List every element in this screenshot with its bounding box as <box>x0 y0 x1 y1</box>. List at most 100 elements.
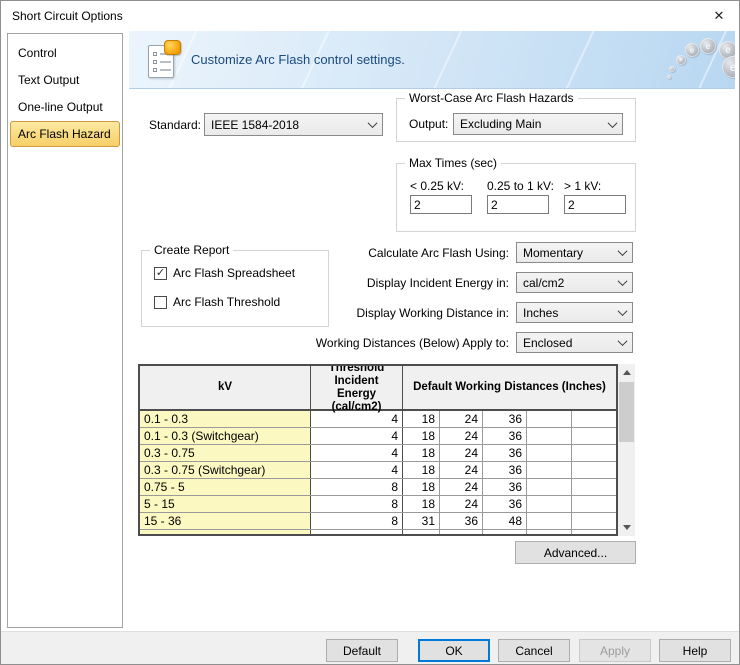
cell-distance-4[interactable] <box>572 462 616 478</box>
cell-distance-0[interactable]: 18 <box>403 411 440 427</box>
cell-threshold[interactable]: 4 <box>311 411 403 427</box>
sidebar-item-one-line-output[interactable]: One-line Output <box>10 94 120 120</box>
cell-kv[interactable] <box>140 530 311 536</box>
cancel-button[interactable]: Cancel <box>498 639 570 662</box>
title-bar: Short Circuit Options ✕ <box>1 1 739 31</box>
table-row <box>140 530 616 536</box>
chevron-down-icon <box>618 336 628 346</box>
max-time-input-1[interactable] <box>487 195 549 214</box>
standard-label: Standard: <box>129 118 201 132</box>
cell-kv[interactable]: 0.75 - 5 <box>140 479 311 495</box>
max-time-input-2[interactable] <box>564 195 626 214</box>
cell-distance-4[interactable] <box>572 479 616 495</box>
cell-kv[interactable]: 0.3 - 0.75 (Switchgear) <box>140 462 311 478</box>
table-scrollbar[interactable] <box>618 364 635 536</box>
cell-distance-1[interactable]: 24 <box>440 445 483 461</box>
cell-distance-2[interactable]: 36 <box>483 445 527 461</box>
cell-threshold[interactable]: 4 <box>311 462 403 478</box>
cell-distance-1[interactable]: 24 <box>440 411 483 427</box>
cell-distance-0[interactable] <box>403 530 440 536</box>
cell-distance-0[interactable]: 18 <box>403 496 440 512</box>
cell-distance-3[interactable] <box>527 445 572 461</box>
setting-dropdown-working-distances-below-apply-to[interactable]: Enclosed <box>516 332 633 353</box>
default-button[interactable]: Default <box>326 639 398 662</box>
setting-value: cal/cm2 <box>523 276 564 290</box>
col-header-threshold: Threshold Incident Energy (cal/cm2) <box>311 366 403 409</box>
scrollbar-thumb[interactable] <box>619 382 634 442</box>
help-button[interactable]: Help <box>659 639 731 662</box>
cell-distance-0[interactable]: 31 <box>403 513 440 529</box>
cell-distance-4[interactable] <box>572 445 616 461</box>
max-time-label-0: < 0.25 kV: <box>410 179 464 193</box>
setting-label-calculate-arc-flash-using: Calculate Arc Flash Using: <box>259 246 509 260</box>
cell-distance-2[interactable]: 36 <box>483 462 527 478</box>
cell-kv[interactable]: 0.1 - 0.3 (Switchgear) <box>140 428 311 444</box>
cell-distance-2[interactable]: 36 <box>483 428 527 444</box>
footer-bar: Default OK Cancel Apply Help <box>1 631 740 665</box>
scroll-down-button[interactable] <box>618 519 635 536</box>
sidebar-item-control[interactable]: Control <box>10 40 120 66</box>
cell-distance-2[interactable]: 36 <box>483 496 527 512</box>
cell-distance-2[interactable]: 36 <box>483 479 527 495</box>
cell-distance-1[interactable]: 24 <box>440 428 483 444</box>
cell-distance-3[interactable] <box>527 530 572 536</box>
cell-distance-2[interactable]: 36 <box>483 411 527 427</box>
cell-threshold[interactable]: 8 <box>311 496 403 512</box>
cell-distance-1[interactable]: 36 <box>440 513 483 529</box>
cell-threshold[interactable]: 8 <box>311 479 403 495</box>
output-dropdown[interactable]: Excluding Main <box>453 113 623 135</box>
max-time-input-0[interactable] <box>410 195 472 214</box>
cell-threshold[interactable]: 8 <box>311 513 403 529</box>
e-circle-icon: e <box>676 55 686 65</box>
setting-label-working-distances-below-apply-to: Working Distances (Below) Apply to: <box>259 336 509 350</box>
standard-dropdown[interactable]: IEEE 1584-2018 <box>204 113 383 136</box>
advanced-button[interactable]: Advanced... <box>515 541 636 564</box>
cell-distance-3[interactable] <box>527 496 572 512</box>
worst-case-group-title: Worst-Case Arc Flash Hazards <box>405 91 578 105</box>
cell-distance-1[interactable] <box>440 530 483 536</box>
scroll-up-button[interactable] <box>618 364 635 381</box>
cell-kv[interactable]: 15 - 36 <box>140 513 311 529</box>
cell-distance-1[interactable]: 24 <box>440 496 483 512</box>
cell-distance-4[interactable] <box>572 496 616 512</box>
cell-threshold[interactable]: 4 <box>311 428 403 444</box>
checkbox-box-icon[interactable] <box>154 296 167 309</box>
setting-dropdown-calculate-arc-flash-using[interactable]: Momentary <box>516 242 633 263</box>
chevron-down-icon <box>618 276 628 286</box>
arc-flash-settings-icon <box>148 40 188 80</box>
sidebar: ControlText OutputOne-line OutputArc Fla… <box>7 33 123 628</box>
e-circle-icon <box>667 75 671 79</box>
cell-kv[interactable]: 5 - 15 <box>140 496 311 512</box>
table-row: 0.3 - 0.75 (Switchgear)4182436 <box>140 462 616 479</box>
sidebar-item-arc-flash-hazard[interactable]: Arc Flash Hazard <box>10 121 120 147</box>
cell-kv[interactable]: 0.1 - 0.3 <box>140 411 311 427</box>
cell-distance-2[interactable] <box>483 530 527 536</box>
setting-value: Momentary <box>523 246 583 260</box>
cell-distance-2[interactable]: 48 <box>483 513 527 529</box>
cell-distance-4[interactable] <box>572 428 616 444</box>
close-icon[interactable]: ✕ <box>699 1 739 31</box>
sidebar-item-text-output[interactable]: Text Output <box>10 67 120 93</box>
cell-distance-4[interactable] <box>572 513 616 529</box>
cell-distance-3[interactable] <box>527 462 572 478</box>
cell-distance-3[interactable] <box>527 479 572 495</box>
cell-threshold[interactable] <box>311 530 403 536</box>
cell-distance-4[interactable] <box>572 530 616 536</box>
apply-button: Apply <box>579 639 651 662</box>
cell-distance-0[interactable]: 18 <box>403 462 440 478</box>
cell-distance-1[interactable]: 24 <box>440 479 483 495</box>
cell-distance-4[interactable] <box>572 411 616 427</box>
cell-threshold[interactable]: 4 <box>311 445 403 461</box>
cell-distance-3[interactable] <box>527 411 572 427</box>
checkbox-box-icon[interactable]: ✓ <box>154 267 167 280</box>
setting-dropdown-display-working-distance-in[interactable]: Inches <box>516 302 633 323</box>
ok-button[interactable]: OK <box>418 639 490 662</box>
setting-dropdown-display-incident-energy-in[interactable]: cal/cm2 <box>516 272 633 293</box>
cell-distance-3[interactable] <box>527 428 572 444</box>
cell-distance-3[interactable] <box>527 513 572 529</box>
cell-distance-0[interactable]: 18 <box>403 445 440 461</box>
cell-distance-0[interactable]: 18 <box>403 479 440 495</box>
cell-kv[interactable]: 0.3 - 0.75 <box>140 445 311 461</box>
cell-distance-0[interactable]: 18 <box>403 428 440 444</box>
cell-distance-1[interactable]: 24 <box>440 462 483 478</box>
